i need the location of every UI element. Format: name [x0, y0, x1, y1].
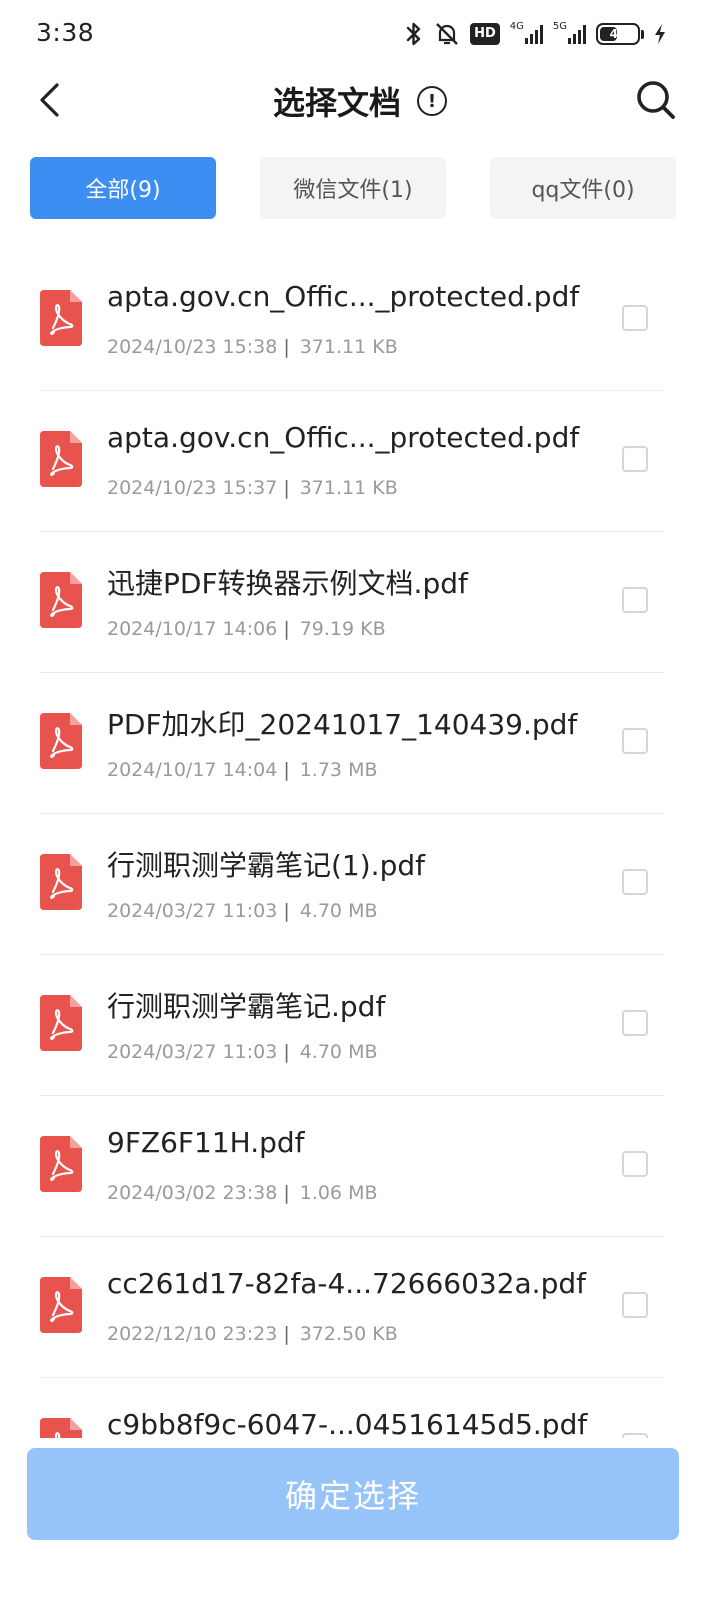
- status-time: 3:38: [36, 18, 95, 47]
- file-list-item[interactable]: 迅捷PDF转换器示例文档.pdf 2024/10/17 14:06 | 79.19 …: [0, 532, 720, 673]
- tab-qq-files[interactable]: qq文件(0): [490, 157, 676, 219]
- pdf-file-icon: [40, 1418, 82, 1438]
- pdf-file-icon: [40, 854, 82, 910]
- page-title-bar: 选择文档 !: [0, 78, 720, 124]
- file-name: 行测职测学霸笔记(1).pdf: [107, 849, 425, 882]
- file-date: 2024/10/23 15:38: [107, 336, 278, 358]
- file-size: 79.19 KB: [299, 618, 386, 640]
- file-checkbox[interactable]: [622, 869, 648, 895]
- meta-separator: |: [283, 759, 290, 781]
- pdf-file-icon: [40, 995, 82, 1051]
- signal-bars-icon: [568, 24, 586, 44]
- file-meta: 2022/12/10 23:23 | 372.50 KB: [107, 1323, 398, 1345]
- file-name: 9FZ6F11H.pdf: [107, 1126, 305, 1159]
- file-list-item[interactable]: c9bb8f9c-6047-...04516145d5.pdf: [0, 1378, 720, 1438]
- lightning-icon: [654, 20, 666, 48]
- file-checkbox[interactable]: [622, 728, 648, 754]
- file-checkbox[interactable]: [622, 587, 648, 613]
- info-circle-icon[interactable]: !: [417, 86, 447, 116]
- file-name: apta.gov.cn_Offic..._protected.pdf: [107, 421, 580, 454]
- signal-5g: 5G: [553, 20, 586, 48]
- file-meta: 2024/03/27 11:03 | 4.70 MB: [107, 900, 378, 922]
- file-list-item[interactable]: PDF加水印_20241017_140439.pdf 2024/10/17 14…: [0, 673, 720, 814]
- meta-separator: |: [283, 336, 290, 358]
- meta-separator: |: [283, 618, 290, 640]
- file-date: 2024/10/23 15:37: [107, 477, 278, 499]
- file-name: apta.gov.cn_Offic..._protected.pdf: [107, 280, 580, 313]
- file-list-item[interactable]: apta.gov.cn_Offic..._protected.pdf 2024/…: [0, 391, 720, 532]
- search-icon: [637, 81, 675, 119]
- file-list-item[interactable]: apta.gov.cn_Offic..._protected.pdf 2024/…: [0, 250, 720, 391]
- file-name: cc261d17-82fa-4...72666032a.pdf: [107, 1267, 586, 1300]
- file-size: 4.70 MB: [299, 900, 378, 922]
- file-list-item[interactable]: cc261d17-82fa-4...72666032a.pdf 2022/12/…: [0, 1237, 720, 1378]
- file-checkbox[interactable]: [622, 1292, 648, 1318]
- file-date: 2024/10/17 14:04: [107, 759, 278, 781]
- pdf-file-icon: [40, 572, 82, 628]
- filter-tabs: 全部(9) 微信文件(1) qq文件(0): [30, 157, 676, 219]
- tab-all[interactable]: 全部(9): [30, 157, 216, 219]
- search-button[interactable]: [632, 76, 680, 124]
- header: 选择文档 !: [0, 68, 720, 134]
- page-title: 选择文档: [272, 84, 401, 122]
- file-size: 4.70 MB: [299, 1041, 378, 1063]
- status-icons: HD 4G 5G 48: [404, 20, 666, 48]
- file-checkbox[interactable]: [622, 305, 648, 331]
- file-list-item[interactable]: 9FZ6F11H.pdf 2024/03/02 23:38 | 1.06 MB: [0, 1096, 720, 1237]
- file-size: 372.50 KB: [299, 1323, 398, 1345]
- file-meta: 2024/03/02 23:38 | 1.06 MB: [107, 1182, 378, 1204]
- file-size: 371.11 KB: [299, 477, 398, 499]
- file-meta: 2024/03/27 11:03 | 4.70 MB: [107, 1041, 378, 1063]
- meta-separator: |: [283, 1323, 290, 1345]
- pdf-file-icon: [40, 713, 82, 769]
- battery-indicator: 48: [596, 20, 644, 48]
- pdf-file-icon: [40, 1136, 82, 1192]
- file-name: PDF加水印_20241017_140439.pdf: [107, 708, 578, 741]
- bluetooth-icon: [404, 20, 424, 48]
- bell-off-icon: [434, 20, 460, 48]
- status-bar: 3:38 HD 4G 5G 48: [0, 0, 720, 68]
- battery-icon: 48: [596, 23, 640, 45]
- file-size: 1.06 MB: [299, 1182, 378, 1204]
- file-meta: 2024/10/17 14:06 | 79.19 KB: [107, 618, 386, 640]
- file-list-item[interactable]: 行测职测学霸笔记(1).pdf 2024/03/27 11:03 | 4.70 MB: [0, 814, 720, 955]
- file-list-item[interactable]: 行测职测学霸笔记.pdf 2024/03/27 11:03 | 4.70 MB: [0, 955, 720, 1096]
- pdf-file-icon: [40, 1277, 82, 1333]
- file-name: 行测职测学霸笔记.pdf: [107, 990, 386, 1023]
- pdf-file-icon: [40, 431, 82, 487]
- confirm-selection-button[interactable]: 确定选择: [27, 1448, 679, 1540]
- file-meta: 2024/10/23 15:38 | 371.11 KB: [107, 336, 398, 358]
- file-meta: 2024/10/17 14:04 | 1.73 MB: [107, 759, 378, 781]
- file-checkbox[interactable]: [622, 1010, 648, 1036]
- meta-separator: |: [283, 1182, 290, 1204]
- tab-wechat-files[interactable]: 微信文件(1): [260, 157, 446, 219]
- file-size: 371.11 KB: [299, 336, 398, 358]
- file-name: c9bb8f9c-6047-...04516145d5.pdf: [107, 1408, 588, 1438]
- meta-separator: |: [283, 900, 290, 922]
- file-checkbox[interactable]: [622, 1433, 648, 1438]
- meta-separator: |: [283, 477, 290, 499]
- file-size: 1.73 MB: [299, 759, 378, 781]
- file-checkbox[interactable]: [622, 446, 648, 472]
- meta-separator: |: [283, 1041, 290, 1063]
- signal-4g: 4G: [510, 20, 543, 48]
- file-date: 2024/03/02 23:38: [107, 1182, 278, 1204]
- hd-badge: HD: [470, 20, 500, 48]
- file-name: 迅捷PDF转换器示例文档.pdf: [107, 567, 468, 600]
- file-list[interactable]: apta.gov.cn_Offic..._protected.pdf 2024/…: [0, 250, 720, 1438]
- pdf-file-icon: [40, 290, 82, 346]
- file-date: 2022/12/10 23:23: [107, 1323, 278, 1345]
- file-date: 2024/03/27 11:03: [107, 900, 278, 922]
- file-checkbox[interactable]: [622, 1151, 648, 1177]
- file-meta: 2024/10/23 15:37 | 371.11 KB: [107, 477, 398, 499]
- signal-bars-icon: [524, 24, 543, 44]
- file-date: 2024/10/17 14:06: [107, 618, 278, 640]
- file-date: 2024/03/27 11:03: [107, 1041, 278, 1063]
